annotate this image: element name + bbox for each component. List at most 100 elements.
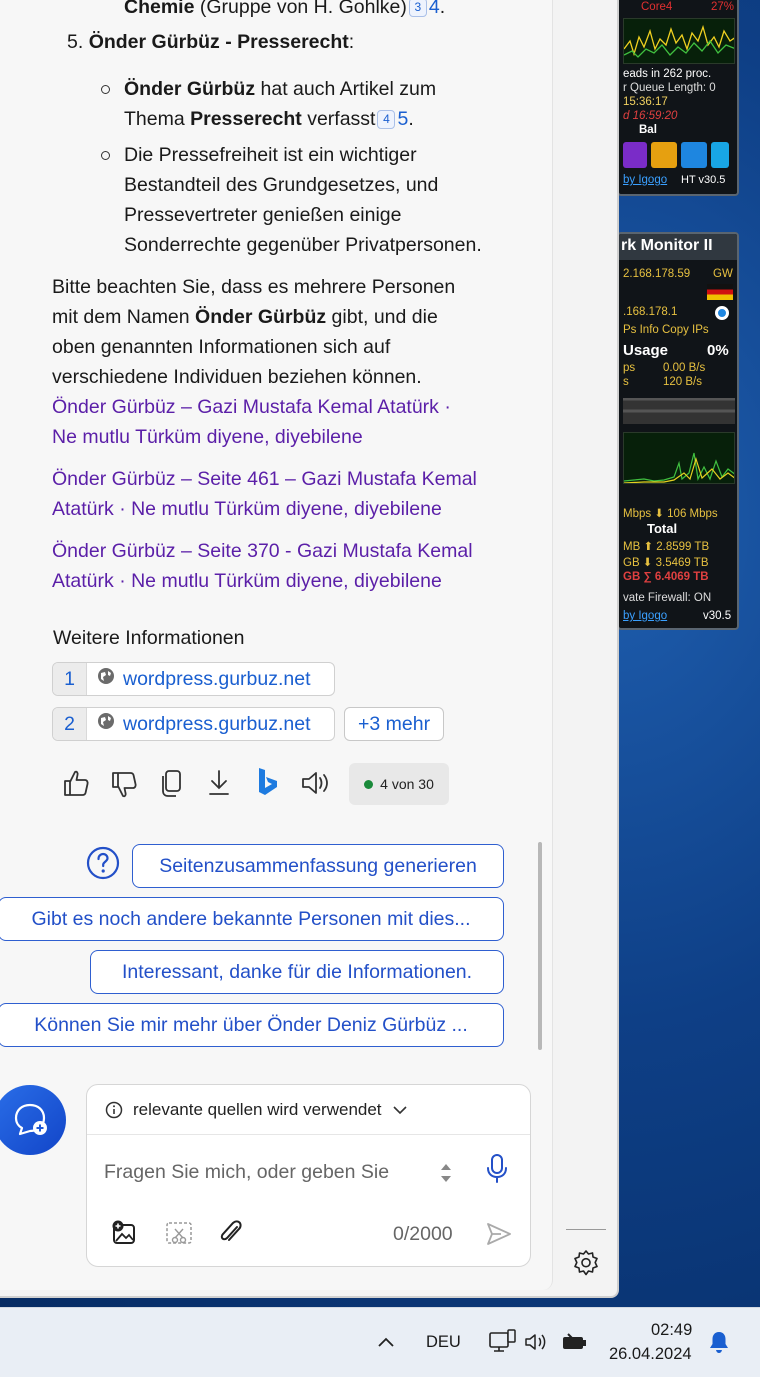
attachment-icon[interactable] (217, 1219, 245, 1247)
character-count: 0/2000 (393, 1223, 453, 1245)
power-buttons[interactable] (623, 142, 737, 170)
local-ip: .168.178.1 (623, 306, 678, 318)
ip-links[interactable]: Ps Info Copy IPs (623, 324, 709, 336)
settings-gear-icon[interactable] (572, 1249, 600, 1277)
rate-up-value: 0.00 B/s (663, 362, 706, 374)
result-link-2-line-1[interactable]: Önder Gürbüz – Seite 461 – Gazi Mustafa … (52, 464, 477, 494)
turn-counter-label: 4 von 30 (380, 776, 434, 792)
taskbar: DEU 02:49 26.04.2024 (0, 1307, 760, 1377)
network-status-icon (715, 306, 729, 320)
info-icon[interactable] (711, 142, 729, 168)
cpu-graph (623, 18, 735, 64)
result-link-3-line-1[interactable]: Önder Gürbüz – Seite 370 - Gazi Mustafa … (52, 536, 473, 566)
scrollbar-thumb[interactable] (538, 842, 542, 1050)
bullet-2-line-2: Bestandteil des Grundgesetzes, und (124, 174, 439, 196)
suggestion-chip-1[interactable]: Seitenzusammenfassung generieren (132, 844, 504, 888)
source-number: 2 (53, 708, 87, 740)
total-down-line: GB ⬇ 3.5469 TB (623, 557, 709, 569)
source-mode-label: relevante quellen wird verwendet (133, 1099, 382, 1119)
version-label: HT v30.5 (681, 174, 726, 186)
send-icon[interactable] (485, 1221, 513, 1247)
gw-label: GW (713, 268, 733, 280)
chevron-up-icon[interactable] (376, 1332, 396, 1352)
firewall-status: vate Firewall: ON (623, 592, 712, 604)
sleep-icon[interactable] (623, 142, 647, 168)
bullet-1-line-1: Önder Gürbüz hat auch Artikel zum (124, 78, 437, 100)
suggestion-chip-2[interactable]: Gibt es noch andere bekannte Personen mi… (0, 897, 504, 941)
copy-icon[interactable] (158, 768, 188, 798)
battery-icon[interactable] (560, 1330, 588, 1354)
thumbs-down-icon[interactable] (110, 770, 140, 800)
gateway-ip: 2.168.178.59 (623, 268, 691, 280)
cpu-meter-gadget[interactable]: Core4 27% eads in 262 proc. r Queue Leng… (617, 0, 739, 196)
source-mode-selector[interactable]: relevante quellen wird verwendet (87, 1085, 530, 1135)
network-author-link[interactable]: by Igogo (623, 610, 667, 622)
add-image-icon[interactable] (111, 1219, 139, 1247)
source-chip-1[interactable]: 1 wordpress.gurbuz.net (52, 662, 335, 696)
notification-bell-icon[interactable] (708, 1330, 730, 1354)
new-topic-button[interactable] (0, 1085, 66, 1155)
chat-composer[interactable]: relevante quellen wird verwendet Fragen … (86, 1084, 531, 1267)
input-language[interactable]: DEU (426, 1333, 461, 1352)
result-link-2-line-2[interactable]: Atatürk · Ne mutlu Türküm diyene, diyebi… (52, 494, 442, 524)
volume-icon[interactable] (524, 1330, 550, 1354)
result-link-1-line-1[interactable]: Önder Gürbüz – Gazi Mustafa Kemal Atatür… (52, 392, 451, 422)
power-icon[interactable] (651, 142, 677, 168)
bullet-2-line-4: Sonderrechte gegenüber Privatpersonen. (124, 234, 482, 256)
bing-logo-icon[interactable] (254, 766, 284, 796)
uptime-line: 15:36:17 (623, 96, 668, 108)
thumbs-up-icon[interactable] (62, 768, 92, 798)
rate-down-label: s (623, 376, 629, 388)
usage-label: Usage (623, 342, 669, 359)
total-sum-line: GB ∑ 6.4069 TB (623, 571, 709, 583)
speed-line: Mbps ⬇ 106 Mbps (623, 508, 718, 520)
network-graph (623, 432, 735, 484)
sources-heading: Weitere Informationen (53, 627, 245, 649)
turn-counter: 4 von 30 (349, 763, 449, 805)
author-link[interactable]: by Igogo (623, 174, 667, 186)
note-line-4: verschiedene Individuen beziehen können. (52, 366, 422, 388)
sidebar-divider (566, 1229, 606, 1230)
usage-value: 0% (707, 342, 729, 359)
source-chip-2[interactable]: 2 wordpress.gurbuz.net (52, 707, 335, 741)
source-number: 1 (53, 663, 87, 695)
speaker-icon[interactable] (300, 768, 330, 798)
germany-flag-icon (707, 284, 733, 300)
bullet-2-line-3: Pressevertreter genießen einige (124, 204, 402, 226)
download-icon[interactable] (206, 768, 236, 798)
bullet-marker (101, 85, 110, 94)
microphone-icon[interactable] (485, 1153, 509, 1185)
balance-label: Bal (639, 124, 657, 136)
more-sources-button[interactable]: +3 mehr (344, 707, 445, 741)
suggestion-chip-4[interactable]: Können Sie mir mehr über Önder Deniz Gür… (0, 1003, 504, 1047)
result-link-1-line-2[interactable]: Ne mutlu Türküm diyene, diyebilene (52, 422, 363, 452)
screenshot-icon[interactable] (165, 1221, 193, 1247)
status-dot (364, 779, 374, 789)
help-question-icon[interactable] (86, 846, 120, 880)
suggestion-chip-3[interactable]: Interessant, danke für die Informationen… (90, 950, 504, 994)
rate-down-value: 120 B/s (663, 376, 702, 388)
threads-line: eads in 262 proc. (623, 68, 712, 80)
network-version-label: v30.5 (703, 610, 732, 622)
clock-time[interactable]: 02:49 (651, 1321, 692, 1340)
chat-input[interactable]: Fragen Sie mich, oder geben Sie (104, 1161, 389, 1184)
list-item-4-tail: Chemie (Gruppe von H. Gohlke) 3 4. (124, 0, 446, 18)
new-chat-icon (14, 1103, 47, 1136)
chat-conversation: Chemie (Gruppe von H. Gohlke) 3 4. 5. Önde… (0, 0, 553, 1290)
clock-date[interactable]: 26.04.2024 (609, 1345, 692, 1364)
network-icon[interactable] (488, 1328, 518, 1356)
bullet-2-line-1: Die Pressefreiheit ist ein wichtiger (124, 144, 417, 166)
queue-line: r Queue Length: 0 (623, 82, 716, 94)
note-line-1: Bitte beachten Sie, dass es mehrere Pers… (52, 276, 456, 298)
logoff-icon[interactable] (681, 142, 707, 168)
result-link-3-line-2[interactable]: Atatürk · Ne mutlu Türküm diyene, diyebi… (52, 566, 442, 596)
usage-bars (623, 398, 735, 424)
total-label: Total (647, 521, 678, 536)
citation-4[interactable]: 4 (377, 110, 396, 129)
network-monitor-gadget[interactable]: rk Monitor II 2.168.178.59 GW .168.178.1… (617, 232, 739, 630)
bullet-1-line-2: Thema Presserecht verfasst 4 5. (124, 108, 414, 130)
citation-3[interactable]: 3 (408, 0, 427, 17)
resize-stepper-icon[interactable] (437, 1159, 455, 1187)
core-value: 27% (711, 1, 735, 13)
note-line-3: oben genannten Informationen sich auf (52, 336, 391, 358)
